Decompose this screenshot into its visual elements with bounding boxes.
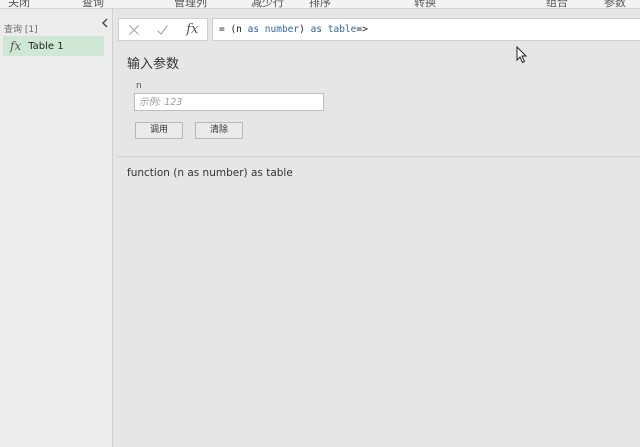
check-icon[interactable]: [152, 19, 174, 40]
formula-keyword: as: [310, 24, 323, 35]
formula-type: number: [264, 24, 300, 35]
fx-button[interactable]: fx: [181, 19, 203, 40]
query-item-table-1[interactable]: fx Table 1: [3, 36, 104, 56]
clear-button[interactable]: 清除: [195, 122, 243, 139]
param-label: n: [136, 81, 142, 91]
formula-keyword: as: [247, 24, 260, 35]
ribbon-tab-combine[interactable]: 组合: [546, 0, 568, 8]
divider: [117, 156, 640, 157]
formula-part: = (n: [219, 24, 248, 35]
formula-type: table: [327, 24, 357, 35]
param-input[interactable]: [134, 93, 324, 111]
ribbon-tab-close[interactable]: 关闭: [8, 0, 30, 8]
invoke-button[interactable]: 调用: [135, 122, 183, 139]
ribbon-tab-query[interactable]: 查询: [82, 0, 104, 8]
function-signature: function (n as number) as table: [127, 167, 293, 179]
fx-icon: fx: [10, 39, 22, 53]
ribbon-tab-transform[interactable]: 转换: [414, 0, 436, 8]
ribbon-strip: 关闭 查询 管理列 减少行 排序 转换 组合 参数: [0, 0, 640, 9]
ribbon-tab-reduce-rows[interactable]: 减少行: [251, 0, 284, 8]
formula-part: ): [299, 24, 311, 35]
ribbon-tab-sort[interactable]: 排序: [309, 0, 331, 8]
panel-title: 输入参数: [127, 57, 180, 72]
queries-header: 查询 [1]: [4, 25, 38, 35]
formula-bar-tools: fx: [118, 18, 208, 41]
queries-pane: 查询 [1] fx Table 1: [0, 9, 113, 447]
chevron-left-icon[interactable]: [99, 18, 111, 32]
formula-part: =>: [356, 24, 368, 35]
ribbon-tab-manage-columns[interactable]: 管理列: [174, 0, 207, 8]
formula-input[interactable]: = (n as number) as table=>: [212, 18, 640, 41]
mouse-cursor-icon: [516, 46, 528, 64]
close-icon[interactable]: [123, 19, 145, 40]
ribbon-tab-parameters[interactable]: 参数: [604, 0, 626, 8]
query-item-label: Table 1: [28, 40, 64, 52]
